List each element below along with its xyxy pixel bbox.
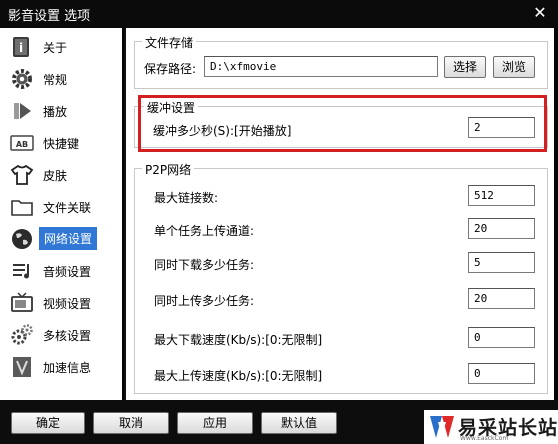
sidebar-item-label: 快捷键 — [43, 137, 80, 151]
sidebar-item-video-settings[interactable]: 视频设置 — [6, 288, 120, 318]
watermark-logo-icon — [430, 416, 454, 438]
default-button[interactable]: 默认值 — [261, 412, 337, 434]
about-icon: i — [13, 37, 29, 57]
select-button[interactable]: 选择 — [444, 56, 486, 78]
sidebar-item-skin[interactable]: 皮肤 — [6, 160, 120, 190]
sidebar-item-multicore-settings[interactable]: 多核设置 — [6, 320, 120, 350]
settings-window: 影音设置 选项 ✕ i 关于 常规 播放 AB 快捷键 皮肤 文件关联 网络设置… — [0, 0, 558, 444]
sidebar-item-network-settings[interactable]: 网络设置 — [6, 224, 120, 254]
apply-button[interactable]: 应用 — [177, 412, 253, 434]
play-icon — [14, 103, 31, 119]
sidebar-item-label: 关于 — [43, 41, 68, 55]
multicore-icon — [11, 324, 33, 345]
sidebar-item-acceleration-info[interactable]: 加速信息 — [6, 352, 120, 382]
title-bar[interactable]: 影音设置 选项 ✕ — [0, 0, 558, 28]
sidebar-item-label: 音频设置 — [43, 265, 92, 279]
folder-icon — [11, 200, 33, 216]
ok-button[interactable]: 确定 — [11, 412, 85, 434]
buffer-highlight-box — [138, 95, 547, 152]
sidebar-item-file-association[interactable]: 文件关联 — [6, 192, 120, 222]
sidebar-item-audio-settings[interactable]: 音频设置 — [6, 256, 120, 286]
p2p-title: P2P网络 — [142, 161, 195, 178]
sidebar-item-general[interactable]: 常规 — [6, 64, 120, 94]
audio-icon — [13, 264, 29, 279]
window-title: 影音设置 选项 — [8, 9, 91, 24]
svg-text:AB: AB — [16, 140, 28, 149]
sidebar-item-label: 网络设置 — [39, 227, 98, 250]
globe-icon — [12, 229, 32, 249]
watermark: 易采站长站 Www.EasckCom — [424, 410, 558, 444]
save-path-label: 保存路径: — [144, 62, 197, 76]
sidebar-item-label: 文件关联 — [43, 201, 92, 215]
sidebar-item-label: 皮肤 — [43, 169, 68, 183]
keyboard-icon: AB — [10, 135, 34, 151]
gear-icon — [12, 69, 32, 89]
upload-channels-input[interactable]: 20 — [468, 218, 535, 239]
close-icon[interactable]: ✕ — [528, 2, 552, 24]
concurrent-downloads-input[interactable]: 5 — [468, 252, 535, 273]
sidebar-item-about[interactable]: i 关于 — [6, 32, 120, 62]
max-download-speed-label: 最大下载速度(Kb/s):[0:无限制] — [154, 333, 323, 347]
sidebar-item-hotkeys[interactable]: AB 快捷键 — [6, 128, 120, 158]
accelerate-icon — [13, 357, 31, 377]
watermark-subtext: Www.EasckCom — [460, 435, 509, 442]
concurrent-uploads-label: 同时上传多少任务: — [154, 294, 255, 308]
sidebar-item-label: 常规 — [43, 73, 68, 87]
tv-icon — [11, 292, 33, 312]
browse-button[interactable]: 浏览 — [493, 56, 535, 78]
max-upload-speed-input[interactable]: 0 — [468, 363, 535, 384]
sidebar-item-playback[interactable]: 播放 — [6, 96, 120, 126]
max-connections-label: 最大链接数: — [154, 191, 219, 205]
file-storage-title: 文件存储 — [142, 34, 197, 51]
shirt-icon — [10, 164, 34, 185]
upload-channels-label: 单个任务上传通道: — [154, 224, 255, 238]
settings-panel: 文件存储 保存路径: D:\xfmovie 选择 浏览 缓冲设置 缓冲多少秒(S… — [126, 28, 554, 400]
sidebar-item-label: 视频设置 — [43, 297, 92, 311]
max-download-speed-input[interactable]: 0 — [468, 327, 535, 348]
sidebar-item-label: 加速信息 — [43, 361, 92, 375]
sidebar: i 关于 常规 播放 AB 快捷键 皮肤 文件关联 网络设置 音频设置 视频设置… — [0, 28, 122, 400]
cancel-button[interactable]: 取消 — [93, 412, 169, 434]
save-path-input[interactable]: D:\xfmovie — [204, 56, 438, 77]
sidebar-item-label: 播放 — [43, 105, 68, 119]
svg-text:i: i — [19, 41, 23, 55]
concurrent-uploads-input[interactable]: 20 — [468, 288, 535, 309]
max-connections-input[interactable]: 512 — [468, 185, 535, 206]
sidebar-item-label: 多核设置 — [43, 329, 92, 343]
max-upload-speed-label: 最大上传速度(Kb/s):[0:无限制] — [154, 369, 323, 383]
concurrent-downloads-label: 同时下载多少任务: — [154, 258, 255, 272]
